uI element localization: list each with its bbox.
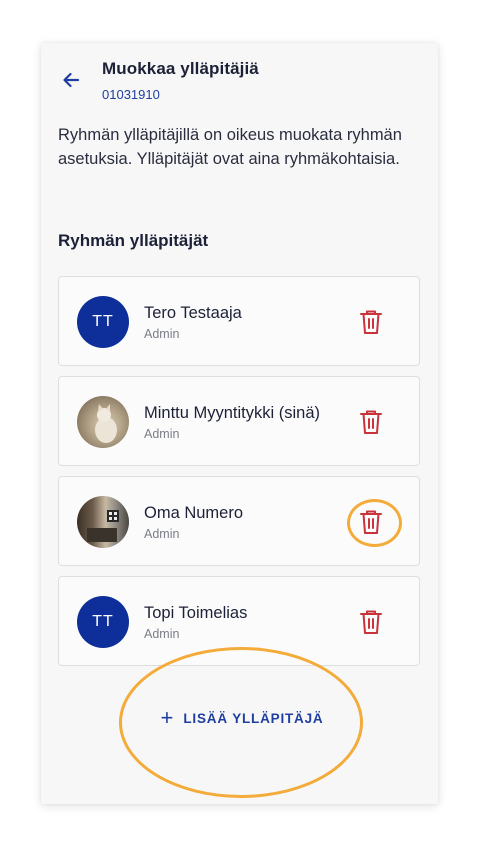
delete-admin-button[interactable] (355, 405, 387, 439)
admin-item: Oma Numero Admin (58, 476, 420, 566)
avatar: TT (77, 596, 129, 648)
trash-icon (360, 310, 382, 334)
intro-text: Ryhmän ylläpitäjillä on oikeus muokata r… (58, 126, 402, 168)
group-id: 01031910 (102, 87, 192, 102)
admin-role: Admin (144, 327, 180, 341)
admin-item: Minttu Myyntitykki (sinä) Admin (58, 376, 420, 466)
avatar (77, 496, 129, 548)
admin-name: Tero Testaaja (144, 304, 242, 322)
add-admin-label: LISÄÄ YLLÄPITÄJÄ (183, 710, 324, 726)
plus-icon: + (160, 705, 174, 730)
room-photo-icon (87, 510, 119, 542)
admin-item: TT Tero Testaaja Admin (58, 276, 420, 366)
trash-icon (360, 510, 382, 534)
avatar: TT (77, 296, 129, 348)
admin-role: Admin (144, 427, 180, 441)
cat-photo-icon (95, 404, 117, 443)
delete-admin-button[interactable] (355, 305, 387, 339)
edit-admins-panel: Muokkaa ylläpitäjiä 01031910 Ryhmän yllä… (41, 43, 438, 804)
arrow-left-icon (63, 72, 80, 88)
admin-name: Oma Numero (144, 504, 244, 522)
delete-admin-button[interactable] (355, 605, 387, 639)
trash-icon (360, 410, 382, 434)
admin-name: Topi Toimelias (144, 604, 248, 622)
admin-role: Admin (144, 527, 180, 541)
delete-admin-button[interactable] (355, 505, 387, 539)
trash-icon (360, 610, 382, 634)
admin-name: Minttu Myyntitykki (sinä) (144, 404, 321, 422)
page-title: Muokkaa ylläpitäjiä (102, 59, 259, 78)
admin-item: TT Topi Toimelias Admin (58, 576, 420, 666)
header: Muokkaa ylläpitäjiä 01031910 (41, 43, 438, 113)
add-admin-button[interactable]: + LISÄÄ YLLÄPITÄJÄ (147, 701, 337, 735)
admin-role: Admin (144, 627, 180, 641)
admin-list: TT Tero Testaaja Admin Minttu Myyntitykk… (58, 276, 420, 676)
avatar (77, 396, 129, 448)
section-title: Ryhmän ylläpitäjät (58, 231, 209, 250)
back-button[interactable] (59, 68, 83, 92)
